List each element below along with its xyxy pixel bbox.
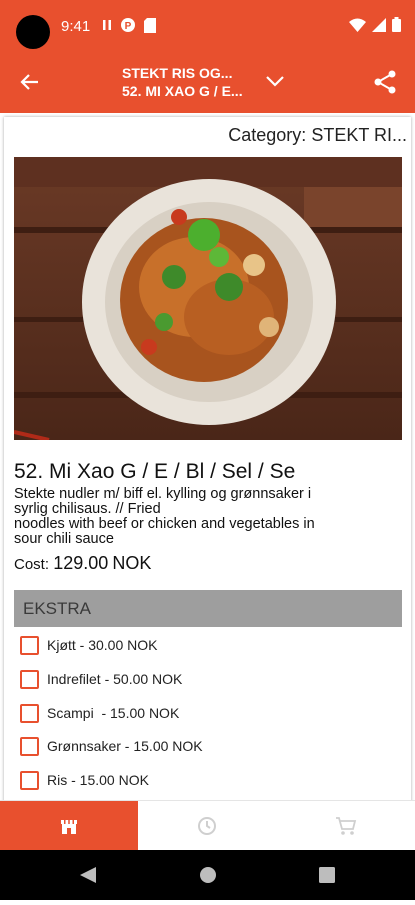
status-bar: 9:41 P [0,0,415,52]
dish-description-line: noodles with beef or chicken and vegetab… [14,516,315,532]
header-subtitle: 52. MI XAO G / E... [122,83,243,99]
checkbox[interactable] [20,669,39,689]
checkbox[interactable] [20,635,39,655]
arrow-back-icon [20,74,38,90]
extra-option-scampi[interactable]: Scampi - 15.00 NOK [20,702,179,724]
dish-cost: Cost: 129.00 NOK [14,553,151,574]
history-clock-icon [198,816,217,835]
cart-icon [335,816,356,835]
extra-option-gronnsaker[interactable]: Grønnsaker - 15.00 NOK [20,735,203,757]
extra-option-ris[interactable]: Ris - 15.00 NOK [20,769,149,791]
cost-value: 129.00 [53,553,109,573]
bottom-navigation [0,800,415,850]
category-label: Category: [228,125,307,145]
extra-option-label: Scampi - 15.00 NOK [47,705,180,721]
dish-description: Stekte nudler m/ biff el. kylling og grø… [14,487,394,547]
system-home-icon[interactable] [200,867,216,883]
pause-icon [103,20,111,30]
system-navigation-bar [0,850,415,900]
extra-option-label: Grønnsaker - 15.00 NOK [47,738,203,754]
extra-option-label: Ris - 15.00 NOK [47,772,149,788]
dish-name: 52. Mi Xao G / E / Bl / Sel / Se [14,460,296,483]
extra-option-indrefilet[interactable]: Indrefilet - 50.00 NOK [20,668,182,690]
extras-section-header: EKSTRA [14,590,402,627]
dish-description-line: syrlig chilisaus. // Fried [14,501,161,517]
dish-description-line: Stekte nudler m/ biff el. kylling og grø… [14,486,312,502]
category-value: STEKT RI... [311,125,407,145]
svg-text:P: P [125,21,132,32]
signal-icon [372,17,386,32]
title-dropdown-button[interactable] [262,68,288,94]
status-system-icons [349,17,401,32]
status-time: 9:41 [61,18,91,35]
system-recents-icon[interactable] [319,867,335,883]
wifi-icon [349,18,366,32]
tab-history[interactable] [138,801,276,850]
cost-label: Cost: [14,556,50,573]
tab-cart[interactable] [277,801,415,850]
checkbox[interactable] [20,736,39,756]
dish-photo-graphic [14,157,402,440]
camera-cutout [16,15,50,49]
category-line: Category: STEKT RI... [228,125,407,146]
checkbox[interactable] [20,770,39,790]
back-button[interactable] [14,66,46,98]
dish-description-line: sour chili sauce [14,531,114,547]
header-title-block[interactable]: STEKT RIS OG... 52. MI XAO G / E... [122,64,262,100]
checkbox[interactable] [20,703,39,723]
extra-option-label: Kjøtt - 30.00 NOK [47,637,158,653]
tab-menu[interactable] [0,801,139,850]
app-bar: STEKT RIS OG... 52. MI XAO G / E... [0,52,415,113]
cost-currency: NOK [112,553,152,573]
share-icon [374,70,396,94]
chevron-down-icon [266,76,284,87]
header-title: STEKT RIS OG... [122,65,233,81]
share-button[interactable] [369,66,401,98]
system-back-icon[interactable] [80,867,96,883]
system-nav-buttons [80,867,335,883]
dish-photo [14,157,402,440]
battery-icon [392,17,401,32]
menu-store-icon [61,819,78,834]
status-notification-icons: P [102,17,156,33]
app-notification-icon: P [121,18,135,32]
extra-option-kjott[interactable]: Kjøtt - 30.00 NOK [20,634,157,656]
extra-option-label: Indrefilet - 50.00 NOK [47,671,183,687]
sim-card-icon [144,17,156,33]
